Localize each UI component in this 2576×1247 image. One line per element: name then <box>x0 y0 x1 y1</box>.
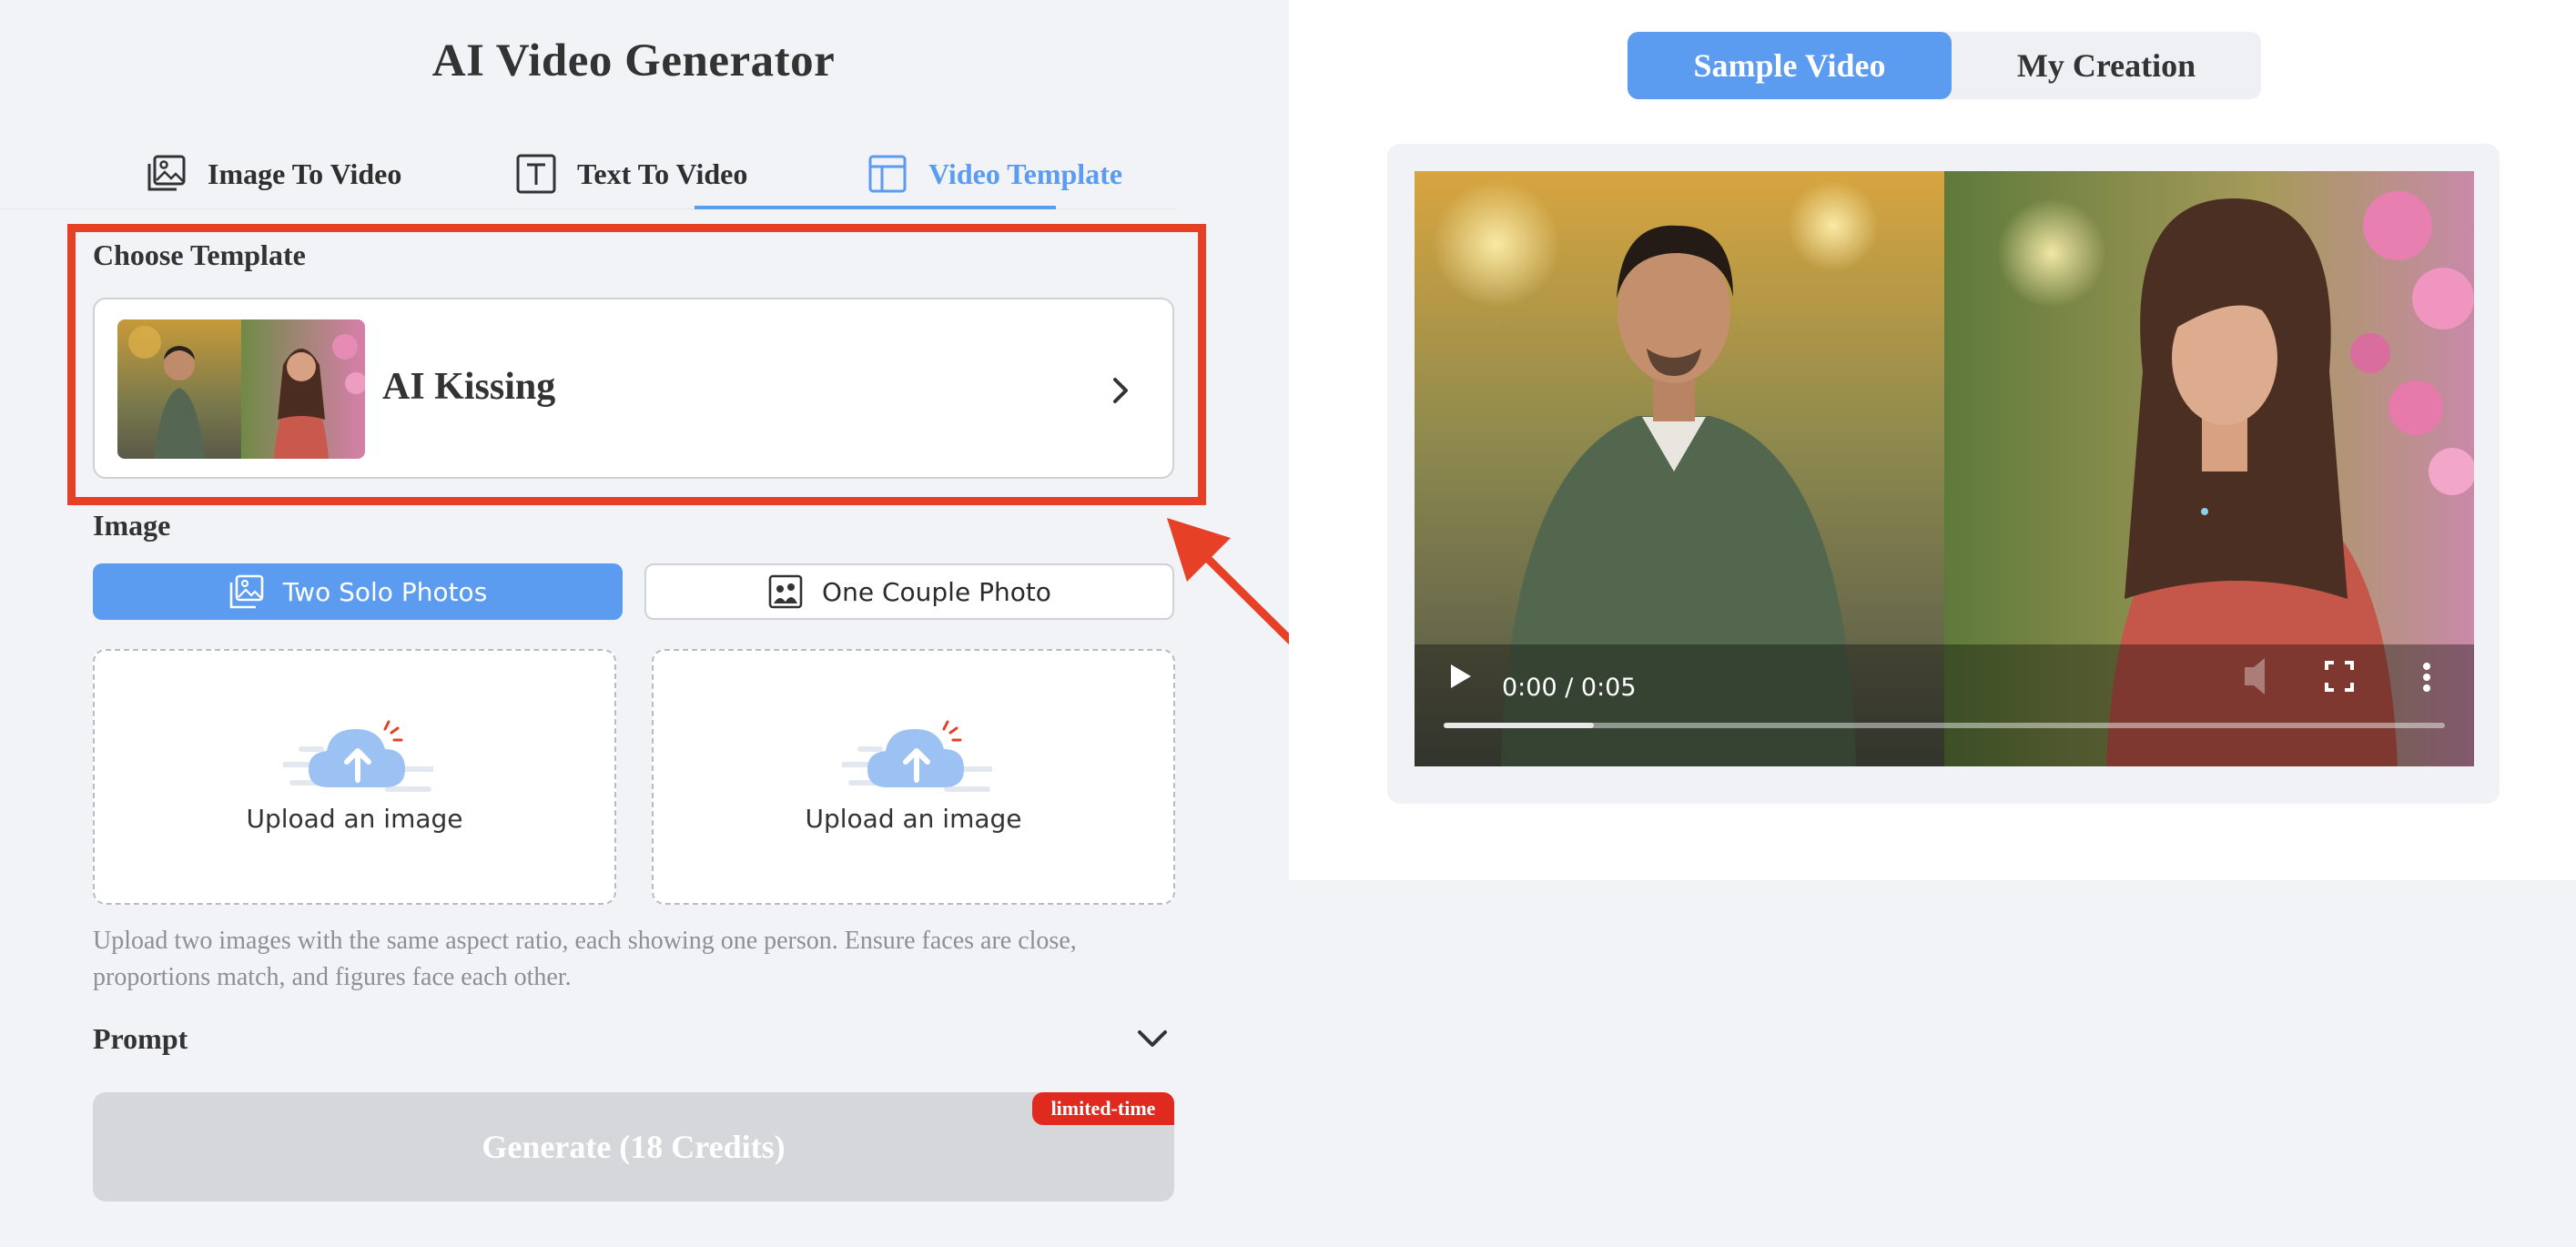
tab-label: Image To Video <box>208 157 402 190</box>
preview-tabs: Sample Video My Creation <box>1628 32 2261 99</box>
upload-hint: Upload two images with the same aspect r… <box>93 923 1185 996</box>
prompt-label: Prompt <box>93 1022 188 1055</box>
couple-photo-icon <box>768 574 803 609</box>
preview-panel: Sample Video My Creation 0:00 / 0:05 <box>1289 0 2576 880</box>
hint-line: proportions match, and figures face each… <box>93 963 572 991</box>
active-tab-indicator <box>695 206 1056 209</box>
toggle-label: Two Solo Photos <box>282 576 488 607</box>
template-selector[interactable]: AI Kissing <box>93 298 1174 479</box>
video-player[interactable]: 0:00 / 0:05 <box>1415 171 2474 766</box>
video-time: 0:00 / 0:05 <box>1502 674 1637 702</box>
toggle-label: One Couple Photo <box>822 576 1051 607</box>
choose-template-label: Choose Template <box>93 238 306 271</box>
upload-cloud-icon <box>283 720 433 792</box>
generator-panel: AI Video Generator Image To Video Text T… <box>0 0 1289 1247</box>
tab-label: Text To Video <box>577 157 748 190</box>
image-section-label: Image <box>93 509 171 542</box>
video-progress-bar[interactable] <box>1444 723 2445 728</box>
template-thumbnail <box>117 319 365 459</box>
chevron-down-icon[interactable] <box>1134 1023 1171 1054</box>
photos-icon <box>229 574 264 609</box>
video-progress-fill <box>1444 723 1594 728</box>
upload-slot-1[interactable]: Upload an image <box>93 649 616 905</box>
upload-slot-2[interactable]: Upload an image <box>652 649 1175 905</box>
tab-video-template[interactable]: Video Template <box>867 137 1122 211</box>
tab-label: Video Template <box>928 157 1123 190</box>
video-container: 0:00 / 0:05 <box>1387 144 2500 804</box>
mode-tabs: Image To Video Text To Video Video Templ… <box>118 137 1174 211</box>
chevron-right-icon <box>1113 378 1128 403</box>
tab-text-to-video[interactable]: Text To Video <box>515 137 747 211</box>
generate-label: Generate (18 Credits) <box>482 1129 786 1165</box>
upload-label: Upload an image <box>805 804 1022 834</box>
two-solo-photos-button[interactable]: Two Solo Photos <box>93 563 623 620</box>
text-box-icon <box>516 154 556 194</box>
upload-label: Upload an image <box>246 804 463 834</box>
page-title: AI Video Generator <box>431 35 836 86</box>
tab-sample-video[interactable]: Sample Video <box>1628 32 1952 99</box>
limited-time-badge: limited-time <box>1032 1092 1174 1125</box>
upload-cloud-icon <box>842 720 992 792</box>
template-layout-icon <box>868 155 907 193</box>
hint-line: Upload two images with the same aspect r… <box>93 927 1077 955</box>
template-name: AI Kissing <box>382 366 556 408</box>
more-options-icon[interactable] <box>2423 663 2430 692</box>
generate-button[interactable]: Generate (18 Credits) <box>93 1092 1174 1201</box>
one-couple-photo-button[interactable]: One Couple Photo <box>644 563 1174 620</box>
image-stack-icon <box>147 155 186 191</box>
tab-image-to-video[interactable]: Image To Video <box>146 137 401 211</box>
tab-my-creation[interactable]: My Creation <box>1952 32 2261 99</box>
